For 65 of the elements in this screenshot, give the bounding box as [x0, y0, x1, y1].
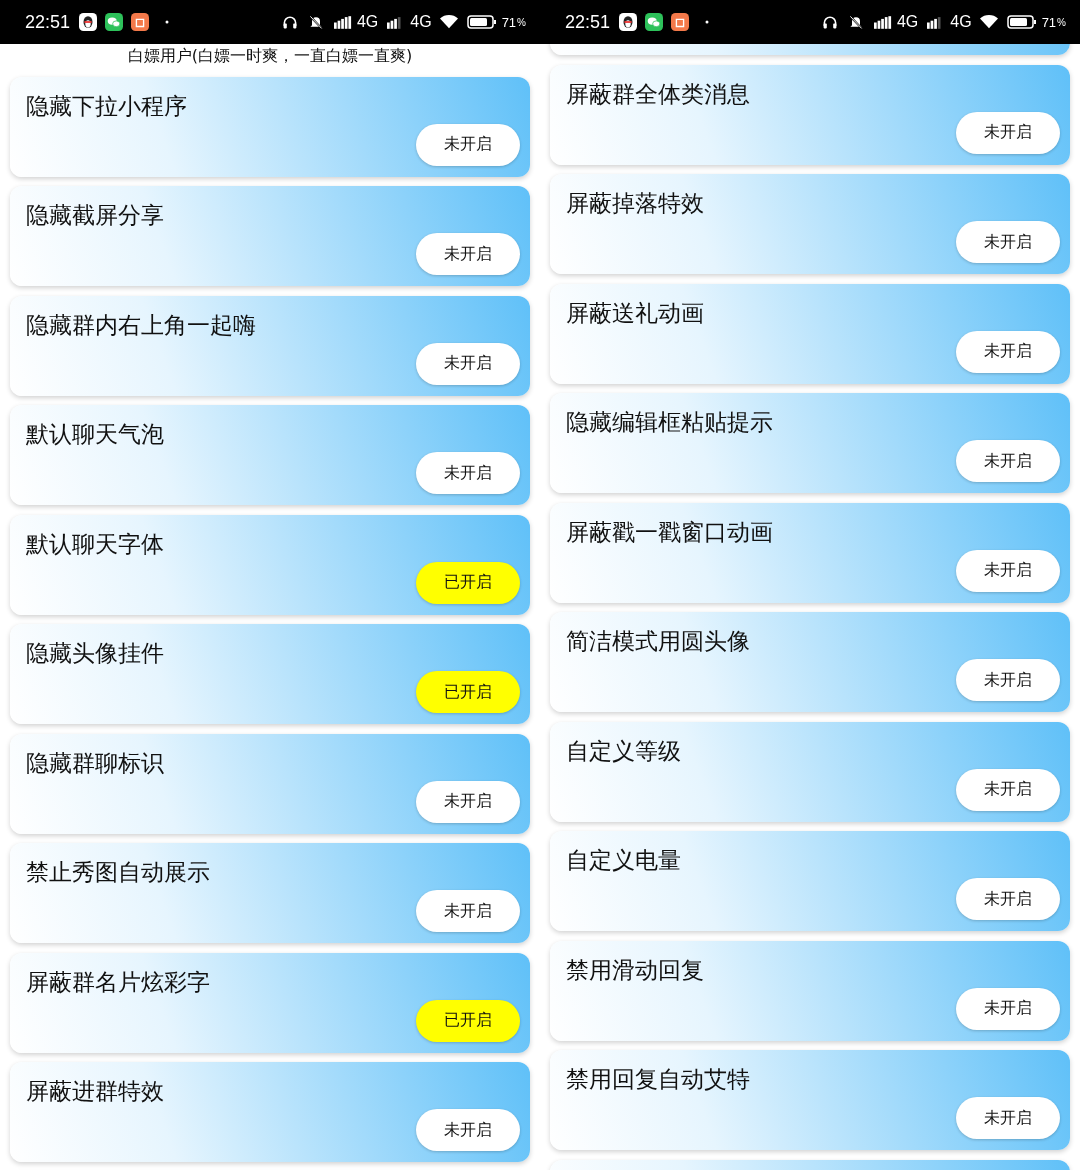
penguin-icon: [619, 13, 638, 31]
clock: 22:51: [25, 11, 71, 33]
wifi-icon: [979, 14, 998, 30]
clock: 22:51: [565, 11, 611, 33]
toggle-button[interactable]: 未开启: [956, 878, 1060, 920]
setting-title: 禁止秀图自动展示: [26, 858, 211, 887]
setting-title: 默认聊天字体: [26, 529, 165, 559]
setting-title: 屏蔽进群特效: [26, 1077, 165, 1106]
setting-title: 自定义等级: [566, 736, 682, 766]
toggle-button[interactable]: 未开启: [956, 549, 1060, 592]
bag-icon: [131, 13, 150, 31]
page-heading: 白嫖用户(白嫖一时爽，一直白嫖一直爽): [126, 45, 414, 67]
penguin-icon: [79, 13, 98, 31]
toggle-button[interactable]: 未开启: [416, 780, 520, 823]
chat-icon: [645, 13, 664, 31]
toggle-button[interactable]: 未开启: [416, 123, 520, 166]
dot-icon: [705, 20, 710, 24]
toggle-button[interactable]: 未开启: [956, 440, 1060, 482]
setting-title: 屏蔽送礼动画: [566, 298, 705, 328]
toggle-button[interactable]: 未开启: [956, 1097, 1060, 1139]
toggle-button[interactable]: 已开启: [416, 561, 520, 604]
toggle-button[interactable]: 未开启: [956, 221, 1060, 263]
setting-title: 隐藏头像挂件: [26, 639, 165, 668]
setting-title: 屏蔽群全体类消息: [566, 79, 751, 109]
setting-title: 屏蔽群名片炫彩字: [26, 967, 211, 997]
battery-percent: 71: [501, 14, 517, 30]
toggle-button[interactable]: 未开启: [956, 987, 1060, 1030]
setting-title: 隐藏群聊标识: [26, 748, 165, 778]
toggle-button[interactable]: 未开启: [956, 659, 1060, 701]
setting-title: 禁用滑动回复: [566, 955, 705, 985]
setting-title: 自定义电量: [566, 846, 682, 875]
signal-icon: [873, 15, 892, 29]
signal-icon: [333, 15, 352, 29]
setting-title: 隐藏编辑框粘贴提示: [566, 408, 774, 437]
bag-icon: [671, 13, 690, 31]
setting-title: 默认聊天气泡: [26, 420, 165, 449]
toggle-button[interactable]: 未开启: [416, 233, 520, 275]
network-type: 4G: [410, 13, 432, 31]
toggle-button[interactable]: 未开启: [956, 111, 1060, 154]
dot-icon: [165, 20, 170, 24]
battery-icon: [466, 15, 497, 29]
toggle-button[interactable]: 未开启: [416, 452, 520, 494]
setting-title: 隐藏截屏分享: [26, 201, 165, 230]
toggle-button[interactable]: 未开启: [416, 1109, 520, 1151]
percent-sign: %: [517, 16, 526, 28]
wifi-icon: [439, 14, 458, 30]
setting-title: 隐藏群内右上角一起嗨: [26, 310, 257, 340]
battery-percent: 71: [1041, 14, 1057, 30]
network-type: 4G: [356, 13, 379, 31]
toggle-button[interactable]: 未开启: [956, 330, 1060, 373]
network-type: 4G: [950, 13, 972, 31]
setting-title: 隐藏下拉小程序: [26, 91, 188, 121]
network-type: 4G: [896, 13, 919, 31]
toggle-button[interactable]: 已开启: [416, 671, 520, 713]
battery-icon: [1006, 15, 1037, 29]
toggle-button[interactable]: 已开启: [416, 999, 520, 1042]
toggle-button[interactable]: 未开启: [956, 768, 1060, 811]
toggle-button[interactable]: 未开启: [416, 342, 520, 385]
setting-title: 简洁模式用圆头像: [566, 627, 751, 656]
chat-icon: [105, 13, 124, 31]
setting-title: 屏蔽戳一戳窗口动画: [566, 517, 774, 547]
toggle-button[interactable]: 未开启: [416, 890, 520, 932]
setting-title: 禁用回复自动艾特: [566, 1065, 751, 1094]
setting-title: 屏蔽掉落特效: [566, 189, 705, 218]
percent-sign: %: [1057, 16, 1066, 28]
